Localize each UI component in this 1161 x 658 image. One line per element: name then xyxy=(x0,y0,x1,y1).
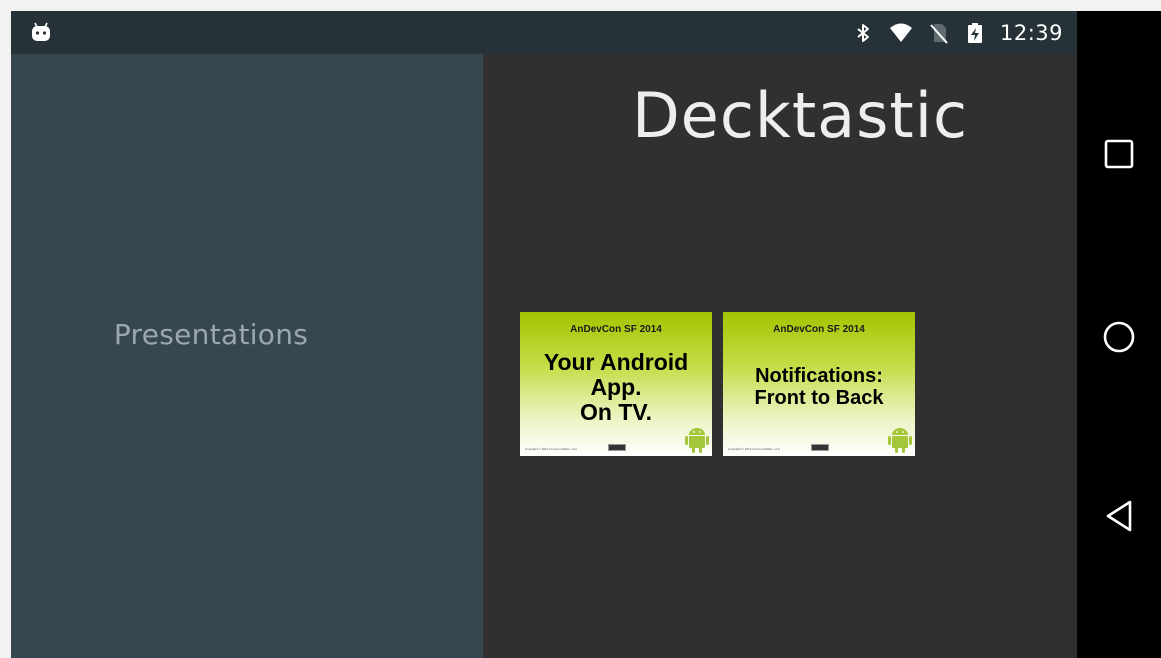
card-title: Your Android App. On TV. xyxy=(543,349,689,425)
presentation-row: AnDevCon SF 2014 Your Android App. On TV… xyxy=(520,312,915,456)
status-clock: 12:39 xyxy=(999,20,1063,45)
home-icon xyxy=(1103,321,1135,353)
back-button[interactable] xyxy=(1077,486,1161,546)
card-copyright: Copyright © 2014 CommonsWare, LLC xyxy=(728,447,781,451)
navigation-bar xyxy=(1077,11,1161,658)
card-conference: AnDevCon SF 2014 xyxy=(773,324,865,335)
android-head-icon xyxy=(32,22,50,41)
cc-license-icon xyxy=(811,444,829,451)
card-conference: AnDevCon SF 2014 xyxy=(570,324,662,335)
recents-icon xyxy=(1104,139,1134,169)
card-title: Notifications: Front to Back xyxy=(754,365,884,409)
card-copyright: Copyright © 2014 CommonsWare, LLC xyxy=(525,447,578,451)
cc-license-icon xyxy=(608,444,626,451)
presentation-card[interactable]: AnDevCon SF 2014 Notifications: Front to… xyxy=(723,312,915,456)
content-pane: Decktastic AnDevCon SF 2014 Your Android… xyxy=(483,54,1077,658)
bluetooth-icon xyxy=(857,23,869,42)
wifi-icon xyxy=(889,23,912,42)
app-window: 12:39 Presentations Decktastic AnDevCon … xyxy=(11,11,1161,658)
no-sim-icon xyxy=(930,23,948,44)
battery-charging-icon xyxy=(967,22,982,43)
android-robot-icon xyxy=(685,428,709,453)
recents-button[interactable] xyxy=(1077,124,1161,184)
presentations-header-pane: Presentations xyxy=(11,54,483,658)
back-icon xyxy=(1106,500,1132,532)
android-robot-icon xyxy=(888,428,912,453)
presentation-card[interactable]: AnDevCon SF 2014 Your Android App. On TV… xyxy=(520,312,712,456)
section-label: Presentations xyxy=(113,318,309,351)
status-bar: 12:39 xyxy=(11,11,1077,54)
status-icons: 12:39 xyxy=(852,11,1063,54)
app-title: Decktastic xyxy=(631,79,969,152)
home-button[interactable] xyxy=(1077,307,1161,367)
